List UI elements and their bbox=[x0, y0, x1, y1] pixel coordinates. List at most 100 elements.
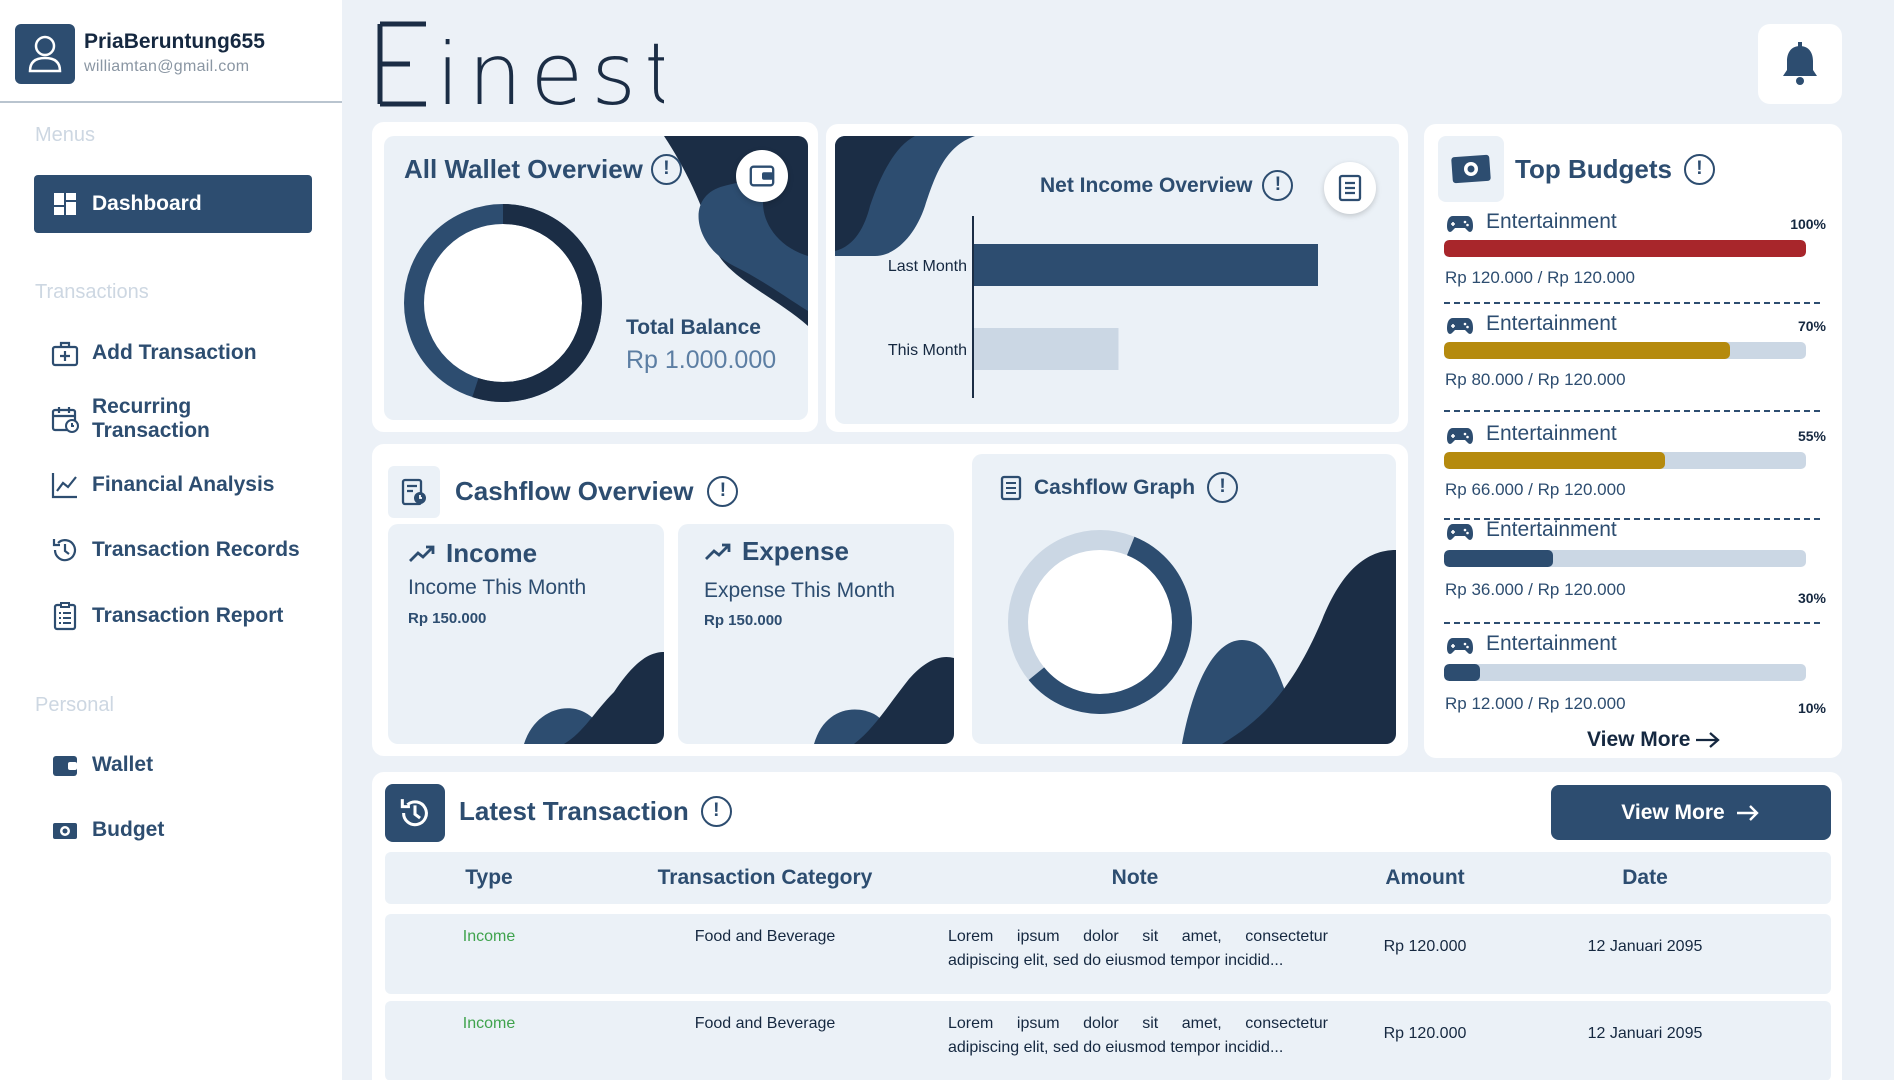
sidebar-item-label: Add Transaction bbox=[92, 341, 257, 364]
table-row[interactable]: Income Food and Beverage Lorem ipsum dol… bbox=[385, 914, 1831, 994]
expense-subtitle: Expense This Month bbox=[704, 579, 896, 602]
wallet-donut-chart bbox=[404, 204, 602, 402]
info-icon[interactable]: ! bbox=[650, 154, 682, 185]
latest-transaction-card: Latest Transaction ! View More Type Tran… bbox=[372, 772, 1842, 1080]
income-panel[interactable]: Income Income This Month Rp 150.000 bbox=[388, 524, 664, 744]
budget-item[interactable]: Entertainment 70% Rp 80.000 / Rp 120.000 bbox=[1424, 312, 1842, 402]
gamepad-icon bbox=[1447, 524, 1473, 540]
budget-progress-track bbox=[1444, 664, 1806, 681]
income-title: Income bbox=[446, 538, 538, 568]
budget-percent: 100% bbox=[1790, 216, 1826, 232]
sidebar-item-label: Transaction Records bbox=[92, 538, 300, 561]
notification-button[interactable] bbox=[1758, 24, 1842, 104]
budget-list: Entertainment 100% Rp 120.000 / Rp 120.000… bbox=[1424, 124, 1842, 758]
bar-last-month[interactable] bbox=[974, 244, 1318, 286]
divider bbox=[1444, 410, 1820, 412]
column-header-note: Note bbox=[1111, 866, 1159, 889]
transactions-view-more-button[interactable]: View More bbox=[1551, 785, 1831, 840]
user-icon bbox=[28, 35, 62, 73]
row-note-line1: Lorem ipsum dolor sit amet, consectetur bbox=[948, 928, 1328, 945]
sidebar-item-transaction-records[interactable]: Transaction Records bbox=[34, 521, 312, 579]
net-income-bar-chart: Last Month This Month bbox=[888, 216, 1318, 398]
personal-section-label: Personal bbox=[35, 694, 114, 716]
budget-item[interactable]: Entertainment 100% Rp 120.000 / Rp 120.000 bbox=[1424, 210, 1842, 300]
sidebar-item-wallet[interactable]: Wallet bbox=[34, 736, 312, 794]
username: PriaBeruntung655 bbox=[84, 30, 265, 53]
budget-item[interactable]: Entertainment 30% Rp 36.000 / Rp 120.000 bbox=[1424, 518, 1842, 608]
row-type: Income bbox=[462, 928, 516, 945]
info-icon[interactable]: ! bbox=[700, 796, 732, 827]
sidebar: PriaBeruntung655 williamtan@gmail.com Me… bbox=[0, 0, 342, 1080]
wallet-overview-title: All Wallet Overview bbox=[404, 154, 643, 184]
budgets-view-more-link[interactable]: View More bbox=[1587, 728, 1722, 752]
budget-progress-fill bbox=[1444, 240, 1806, 257]
gamepad-icon bbox=[1447, 428, 1473, 444]
budget-amount: Rp 80.000 / Rp 120.000 bbox=[1445, 370, 1626, 389]
bell-icon bbox=[1783, 42, 1817, 85]
sidebar-item-dashboard[interactable]: Dashboard bbox=[34, 175, 312, 233]
calendar-repeat-icon bbox=[51, 407, 79, 433]
column-header-amount: Amount bbox=[1385, 866, 1465, 889]
cashflow-graph-panel: Cashflow Graph ! bbox=[972, 454, 1396, 744]
gamepad-icon bbox=[1447, 638, 1473, 654]
sidebar-item-recurring-transaction[interactable]: Recurring Transaction bbox=[34, 390, 312, 448]
history-icon bbox=[400, 799, 428, 827]
money-icon bbox=[53, 823, 77, 839]
sidebar-item-add-transaction[interactable]: Add Transaction bbox=[34, 324, 312, 382]
wallet-button[interactable] bbox=[736, 150, 788, 202]
decorative-wave bbox=[1182, 550, 1396, 744]
line-chart-icon bbox=[51, 473, 77, 499]
app-logo: inest bbox=[374, 20, 678, 125]
column-header-type: Type bbox=[465, 866, 513, 889]
report-button[interactable] bbox=[1324, 162, 1376, 214]
history-icon-tile bbox=[385, 784, 445, 842]
row-category: Food and Beverage bbox=[694, 1015, 836, 1032]
profile-header[interactable]: PriaBeruntung655 williamtan@gmail.com bbox=[0, 0, 342, 103]
cashflow-donut-chart bbox=[1008, 530, 1192, 714]
income-header: Income bbox=[408, 538, 537, 569]
table-row[interactable]: Income Food and Beverage Lorem ipsum dol… bbox=[385, 1001, 1831, 1080]
sidebar-item-label: Transaction Report bbox=[92, 604, 284, 627]
row-note-line2: adipiscing elit, sed do eiusmod tempor i… bbox=[948, 952, 1284, 969]
row-note-line2: adipiscing elit, sed do eiusmod tempor i… bbox=[948, 1039, 1284, 1056]
sidebar-item-budget[interactable]: Budget bbox=[34, 801, 312, 859]
info-icon[interactable]: ! bbox=[1207, 472, 1239, 503]
expense-panel[interactable]: Expense Expense This Month Rp 150.000 bbox=[678, 524, 954, 744]
budget-percent: 70% bbox=[1797, 318, 1826, 334]
document-icon bbox=[1338, 174, 1362, 202]
cashflow-card: Cashflow Overview ! Income Income This M… bbox=[372, 444, 1408, 756]
sidebar-item-label: Dashboard bbox=[92, 192, 202, 215]
report-icon bbox=[53, 602, 77, 631]
decorative-wave bbox=[524, 652, 664, 744]
category-label: Last Month bbox=[888, 258, 967, 275]
menus-section-label: Menus bbox=[35, 124, 96, 146]
sidebar-item-financial-analysis[interactable]: Financial Analysis bbox=[34, 456, 312, 514]
avatar[interactable] bbox=[15, 24, 75, 84]
info-icon[interactable]: ! bbox=[1262, 170, 1294, 201]
expense-header: Expense bbox=[704, 536, 849, 567]
budget-name: Entertainment bbox=[1486, 632, 1617, 655]
expense-title: Expense bbox=[742, 536, 849, 566]
sidebar-item-transaction-report[interactable]: Transaction Report bbox=[34, 587, 312, 645]
wallet-icon bbox=[749, 165, 775, 187]
budget-progress-fill bbox=[1444, 664, 1481, 681]
bar-this-month[interactable] bbox=[974, 328, 1119, 370]
budget-item[interactable]: Entertainment 10% Rp 12.000 / Rp 120.000 bbox=[1424, 632, 1842, 722]
add-transaction-icon bbox=[51, 341, 79, 367]
divider bbox=[1444, 302, 1820, 304]
budget-progress-fill bbox=[1444, 342, 1730, 359]
cashflow-graph-title: Cashflow Graph bbox=[1034, 475, 1196, 499]
top-budgets-card: Top Budgets ! Entertainment 100% Rp 120.00… bbox=[1424, 124, 1842, 758]
latest-transaction-header: Latest Transaction ! bbox=[459, 796, 732, 827]
column-header-category: Transaction Category bbox=[657, 866, 873, 889]
net-income-title: Net Income Overview bbox=[1040, 173, 1253, 197]
wallet-overview-panel: All Wallet Overview ! Total Balance Rp 1… bbox=[384, 136, 808, 420]
budget-progress-track bbox=[1444, 240, 1806, 257]
arrow-right-icon bbox=[1696, 732, 1721, 748]
budget-progress-fill bbox=[1444, 550, 1553, 567]
income-subtitle: Income This Month bbox=[408, 576, 587, 599]
receipt-clock-icon bbox=[401, 478, 426, 506]
info-icon[interactable]: ! bbox=[707, 476, 739, 507]
budget-item[interactable]: Entertainment 55% Rp 66.000 / Rp 120.000 bbox=[1424, 422, 1842, 512]
row-category: Food and Beverage bbox=[694, 928, 836, 945]
